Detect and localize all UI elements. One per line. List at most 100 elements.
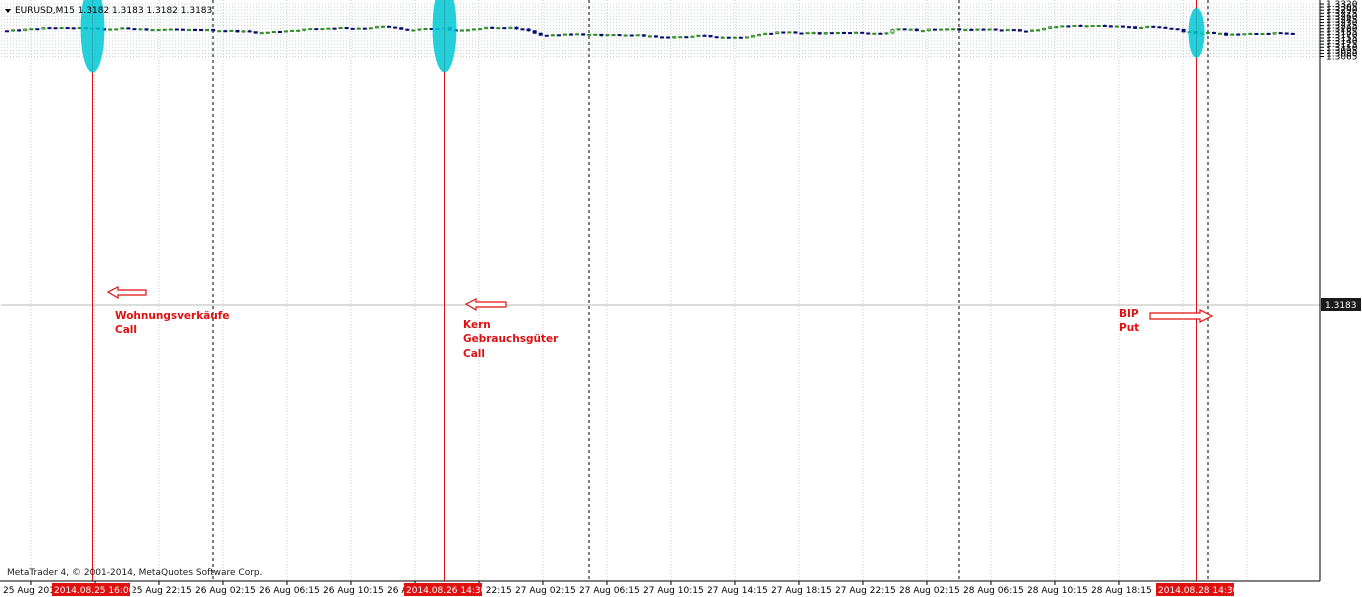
candle-body-bear bbox=[362, 27, 367, 30]
candle-body-bull bbox=[835, 31, 840, 34]
annotation-bip: BIP bbox=[1119, 308, 1139, 320]
candle-body-bull bbox=[720, 36, 725, 39]
candle-body-bull bbox=[1205, 31, 1210, 34]
candle-body-bear bbox=[914, 28, 919, 32]
candle-body-bear bbox=[1078, 24, 1083, 27]
candle-body-bear bbox=[399, 27, 404, 30]
candle-body-bull bbox=[290, 29, 295, 32]
candle-body-bull bbox=[635, 34, 640, 37]
symbol-header: EURUSD,M15 1.3182 1.3183 1.3182 1.3183 bbox=[15, 6, 212, 16]
candle-body-bear bbox=[684, 36, 689, 39]
candle-body-bull bbox=[296, 29, 301, 32]
candle-body-bear bbox=[544, 34, 549, 37]
candle-body-bull bbox=[672, 36, 677, 39]
candle-body-bull bbox=[162, 28, 167, 31]
candle-body-bull bbox=[459, 29, 464, 32]
candle-body-bear bbox=[1236, 33, 1241, 36]
candle-body-bear bbox=[71, 27, 76, 30]
mt4-chart-window[interactable]: Wohnungsverkäufe Call Kern Gebrauchsgüte… bbox=[0, 0, 1362, 597]
candle-body-bear bbox=[1023, 30, 1028, 33]
candle-body-bear bbox=[1175, 28, 1180, 31]
candle-body-bear bbox=[878, 32, 883, 35]
candle-body-bear bbox=[1120, 25, 1125, 28]
candle-body-bull bbox=[11, 29, 16, 32]
candle-body-bear bbox=[660, 36, 665, 39]
time-label: 27 Aug 22:15 bbox=[835, 586, 896, 596]
candle-body-bull bbox=[963, 28, 968, 31]
candle-body-bull bbox=[229, 29, 234, 32]
candle-body-bear bbox=[520, 28, 525, 31]
candle-body-bull bbox=[465, 29, 470, 32]
candle-body-bear bbox=[1102, 24, 1107, 27]
time-label: 27 Aug 02:15 bbox=[515, 586, 576, 596]
candle-body-bear bbox=[860, 31, 865, 34]
candle-body-bear bbox=[1133, 26, 1138, 29]
candle-body-bull bbox=[356, 27, 361, 30]
candle-body-bear bbox=[332, 27, 337, 30]
candle-body-bear bbox=[769, 32, 774, 35]
candle-body-bull bbox=[750, 35, 755, 38]
time-label: 27 Aug 18:15 bbox=[771, 586, 832, 596]
candle-body-bear bbox=[132, 28, 137, 31]
candle-body-bear bbox=[702, 34, 707, 37]
candle-body-bull bbox=[338, 27, 343, 30]
candle-body-bear bbox=[1108, 25, 1113, 28]
candle-body-bull bbox=[41, 27, 46, 30]
candle-body-bull bbox=[550, 34, 555, 37]
candle-body-bear bbox=[793, 31, 798, 34]
candle-body-bull bbox=[29, 28, 34, 31]
candle-body-bull bbox=[811, 32, 816, 35]
candle-body-bear bbox=[174, 28, 179, 31]
candle-body-bear bbox=[999, 29, 1004, 32]
candle-body-bull bbox=[562, 33, 567, 36]
candle-body-bull bbox=[168, 28, 173, 31]
candle-body-bear bbox=[180, 28, 185, 31]
time-label: 28 Aug 06:15 bbox=[963, 586, 1024, 596]
annotation-gebrauchsgueter: Gebrauchsgüter bbox=[463, 333, 559, 345]
candle-body-bull bbox=[611, 34, 616, 37]
candle-body-bull bbox=[156, 29, 161, 32]
annotation-bip-put: Put bbox=[1119, 322, 1139, 334]
candle-body-bear bbox=[538, 32, 543, 36]
candle-body-bull bbox=[593, 33, 598, 36]
chart-canvas[interactable]: Wohnungsverkäufe Call Kern Gebrauchsgüte… bbox=[0, 0, 1362, 597]
candle-body-bull bbox=[787, 31, 792, 34]
candle-body-bull bbox=[320, 28, 325, 31]
candle-body-bull bbox=[854, 31, 859, 34]
candle-body-bear bbox=[193, 29, 198, 32]
candle-body-bull bbox=[696, 34, 701, 37]
candle-body-bear bbox=[969, 28, 974, 31]
candle-body-bear bbox=[1066, 25, 1071, 28]
candle-body-bear bbox=[993, 28, 998, 31]
candle-body-bear bbox=[247, 30, 252, 33]
candle-body-bull bbox=[1060, 25, 1065, 28]
event-highlight-ellipse bbox=[1188, 7, 1205, 58]
candle-body-bull bbox=[271, 30, 276, 33]
candle-body-bull bbox=[1090, 25, 1095, 28]
candle-body-bear bbox=[932, 28, 937, 31]
candle-body-bear bbox=[599, 33, 604, 37]
candle-body-bull bbox=[647, 35, 652, 38]
candle-body-bear bbox=[1254, 33, 1259, 36]
candle-body-bull bbox=[890, 29, 895, 34]
candle-body-bull bbox=[757, 34, 762, 37]
candle-body-bull bbox=[1042, 27, 1047, 31]
chart-background bbox=[0, 0, 1362, 597]
annotation-wohnungsverkaeufe-call: Call bbox=[115, 324, 137, 336]
candle-body-bull bbox=[259, 32, 264, 35]
candle-body-bull bbox=[326, 27, 331, 30]
candle-body-bear bbox=[1169, 27, 1174, 30]
candle-body-bear bbox=[65, 27, 70, 30]
candle-body-bear bbox=[653, 35, 658, 38]
candle-body-bull bbox=[1036, 29, 1041, 32]
candle-body-bear bbox=[211, 29, 216, 32]
candle-body-bear bbox=[277, 30, 282, 33]
candle-body-bear bbox=[629, 34, 634, 37]
candle-body-bear bbox=[848, 32, 853, 35]
candle-body-bull bbox=[920, 30, 925, 33]
candle-body-bear bbox=[253, 31, 258, 34]
candle-body-bull bbox=[896, 28, 901, 31]
candle-body-bear bbox=[1290, 32, 1295, 35]
candle-body-bear bbox=[708, 35, 713, 38]
candle-body-bull bbox=[496, 27, 501, 30]
